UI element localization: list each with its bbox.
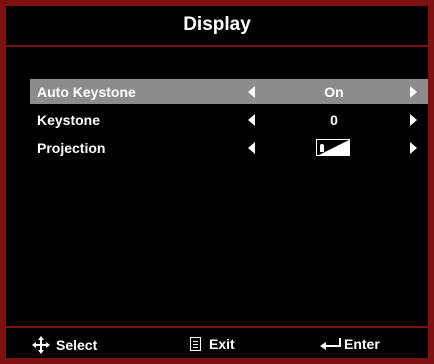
menu-row-label: Keystone [37,112,101,128]
settings-list: Auto Keystone On Keystone 0 Projection [30,79,428,163]
select-hint: Select [32,336,97,354]
enter-hint: Enter [320,336,380,352]
menu-row-label: Projection [37,140,106,156]
arrow-right-icon[interactable] [410,114,417,126]
footer-hints: Select Exit Enter [6,330,428,358]
arrow-right-icon[interactable] [410,142,417,154]
arrow-right-icon[interactable] [410,86,417,98]
menu-button-icon [190,337,201,351]
page-title: Display [183,14,251,35]
title-bar: Display [6,6,428,45]
enter-arrow-icon [320,338,342,350]
exit-hint: Exit [190,336,235,352]
arrow-left-icon[interactable] [248,142,255,154]
footer-divider [6,326,428,328]
select-hint-label: Select [56,337,98,353]
enter-hint-label: Enter [344,336,380,352]
viewer-shape [320,144,324,152]
osd-menu-window: Display Auto Keystone On Keystone 0 Proj… [0,0,434,364]
menu-row-value: 0 [330,112,338,128]
arrow-left-icon[interactable] [248,114,255,126]
exit-hint-label: Exit [209,336,235,352]
menu-row-value: On [324,84,344,100]
menu-row-projection[interactable]: Projection [30,135,428,160]
menu-row-keystone[interactable]: Keystone 0 [30,107,428,132]
move-arrows-icon [32,336,50,354]
menu-row-label: Auto Keystone [37,84,136,100]
arrow-left-icon[interactable] [248,86,255,98]
title-divider [6,45,428,47]
front-desktop-projection-icon [316,139,350,156]
menu-row-auto-keystone[interactable]: Auto Keystone On [30,79,428,104]
